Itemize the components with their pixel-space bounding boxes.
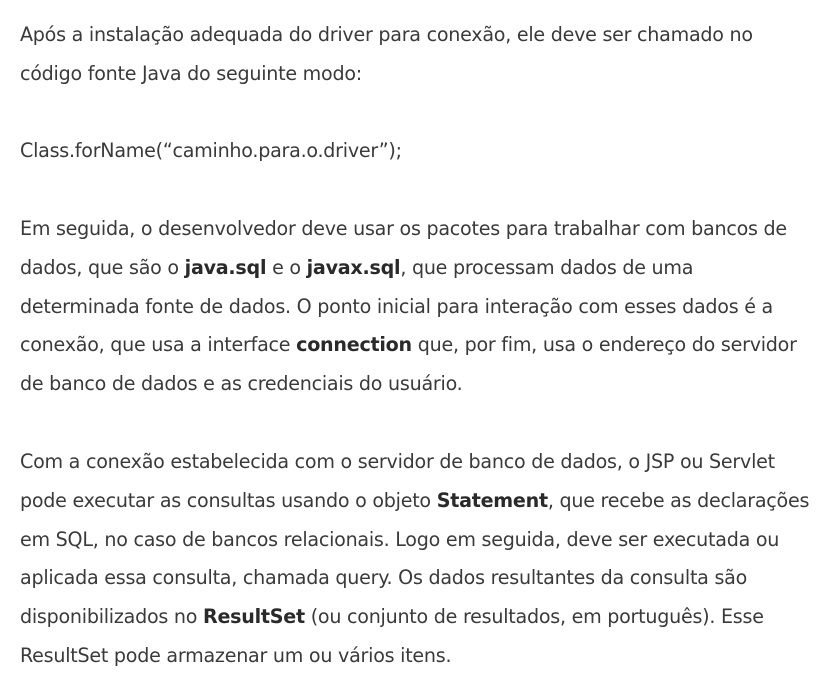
paragraph-line: em SQL, no caso de bancos relacionais. L… [20, 527, 780, 551]
paragraph-line: Após a instalação adequada do driver par… [20, 23, 753, 46]
text-segment: (ou conjunto de resultados, em português… [304, 605, 764, 629]
text-segment: , que processam dados de uma [400, 255, 694, 279]
paragraph-line: Com a conexão estabelecida com o servido… [20, 450, 775, 473]
text-segment: conexão, que usa a interface [20, 333, 297, 357]
bold-term-resultset: ResultSet [203, 605, 305, 629]
bold-term-javax-sql: javax.sql [306, 255, 401, 279]
paragraph-driver-install: Após a instalação adequada do driver par… [20, 16, 820, 94]
paragraph-line: Em seguida, o desenvolvedor deve usar os… [20, 217, 787, 240]
code-example: Class.forName(“caminho.para.o.driver”); [20, 132, 820, 171]
paragraph-line: de banco de dados e as credenciais do us… [20, 372, 463, 396]
text-segment: pode executar as consultas usando o obje… [20, 488, 437, 512]
paragraph-line: código fonte Java do seguinte modo: [20, 61, 362, 85]
paragraph-packages: Em seguida, o desenvolvedor deve usar os… [20, 210, 820, 404]
paragraph-line: dados, que são o java.sql e o javax.sql,… [20, 249, 820, 288]
text-segment: e o [266, 255, 307, 279]
code-line: Class.forName(“caminho.para.o.driver”); [20, 139, 402, 162]
bold-term-java-sql: java.sql [184, 255, 267, 279]
paragraph-line: conexão, que usa a interface connection … [20, 326, 820, 365]
paragraph-line: aplicada essa consulta, chamada query. O… [20, 566, 748, 590]
text-segment: , que recebe as declarações [547, 488, 810, 512]
text-segment: que, por fim, usa o endereço do servidor [411, 333, 797, 357]
bold-term-connection: connection [296, 333, 412, 357]
paragraph-statement: Com a conexão estabelecida com o servido… [20, 443, 820, 676]
paragraph-line: determinada fonte de dados. O ponto inic… [20, 294, 773, 318]
paragraph-line: disponibilizados no ResultSet (ou conjun… [20, 598, 820, 637]
text-segment: dados, que são o [20, 255, 185, 279]
text-segment: disponibilizados no [20, 605, 204, 629]
bold-term-statement: Statement [436, 488, 548, 512]
paragraph-line: pode executar as consultas usando o obje… [20, 482, 820, 521]
article-body: Após a instalação adequada do driver par… [0, 0, 822, 690]
paragraph-line: ResultSet pode armazenar um ou vários it… [20, 643, 452, 667]
